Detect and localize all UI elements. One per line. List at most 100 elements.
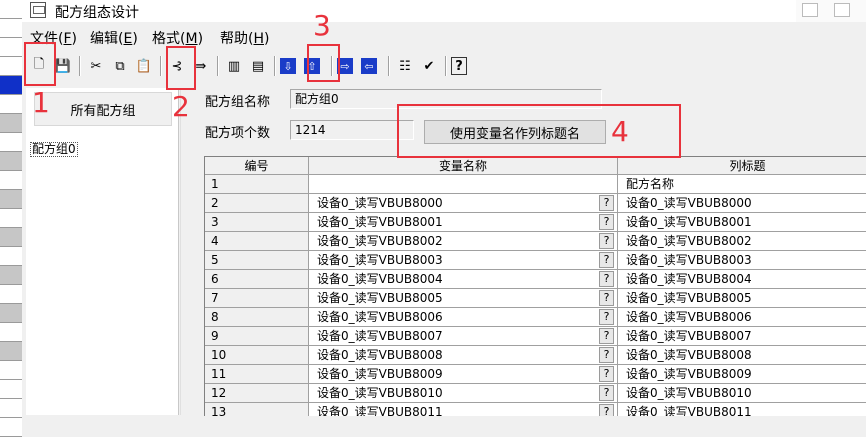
variable-select-button[interactable]: ? — [599, 309, 614, 325]
toolbar-separator — [160, 56, 162, 76]
variable-select-button[interactable]: ? — [599, 347, 614, 363]
title-cell[interactable]: 配方名称 — [618, 175, 866, 194]
title-cell[interactable]: 设备0_读写VBUB8005 — [618, 289, 866, 308]
title-cell[interactable]: 设备0_读写VBUB8008 — [618, 346, 866, 365]
cut-icon[interactable]: ✂ — [85, 55, 107, 77]
variable-cell[interactable]: 设备0_读写VBUB8000 — [309, 194, 618, 213]
toolbar-separator — [79, 56, 81, 76]
background-strip-cell — [0, 95, 22, 114]
paste-icon[interactable]: 📋 — [133, 55, 155, 77]
tree-item-group0[interactable]: 配方组0 — [30, 142, 78, 157]
properties-icon[interactable]: ☷ — [394, 55, 416, 77]
variable-cell[interactable]: 设备0_读写VBUB8006 — [309, 308, 618, 327]
toolbar-separator — [274, 56, 276, 76]
item-count-field[interactable]: 1214 — [290, 120, 414, 140]
background-strip-cell — [0, 171, 22, 190]
background-strip-cell — [0, 228, 22, 247]
check-icon[interactable]: ✔ — [418, 55, 440, 77]
background-strip-cell — [0, 57, 22, 76]
table-row[interactable]: 1 配方名称 — [205, 175, 866, 194]
variable-cell[interactable]: 设备0_读写VBUB8001 — [309, 213, 618, 232]
move-down-icon[interactable]: ⇩ — [280, 58, 296, 74]
annotation-label-3: 3 — [313, 9, 331, 42]
title-cell[interactable]: 设备0_读写VBUB8010 — [618, 384, 866, 403]
column-header-title[interactable]: 列标题 — [618, 157, 866, 175]
row-number: 2 — [205, 194, 309, 213]
panel-splitter[interactable] — [180, 88, 193, 415]
insert-column-icon[interactable]: ▥ — [223, 55, 245, 77]
table-row[interactable]: 13 设备0_读写VBUB8011 设备0_读写VBUB8011? — [205, 403, 866, 416]
title-cell[interactable]: 设备0_读写VBUB8007 — [618, 327, 866, 346]
variable-select-button[interactable]: ? — [599, 214, 614, 230]
table-row[interactable]: 12 设备0_读写VBUB8010 设备0_读写VBUB8010? — [205, 384, 866, 403]
delete-column-icon[interactable]: ▤ — [247, 55, 269, 77]
table-row[interactable]: 7 设备0_读写VBUB8005 设备0_读写VBUB8005? — [205, 289, 866, 308]
title-cell[interactable]: 设备0_读写VBUB8009 — [618, 365, 866, 384]
annotation-box-1 — [24, 42, 56, 86]
variable-cell[interactable]: 设备0_读写VBUB8010 — [309, 384, 618, 403]
variable-cell[interactable] — [309, 175, 618, 194]
title-cell[interactable]: 设备0_读写VBUB8006 — [618, 308, 866, 327]
title-cell[interactable]: 设备0_读写VBUB8003 — [618, 251, 866, 270]
table-row[interactable]: 10 设备0_读写VBUB8008 设备0_读写VBUB8008? — [205, 346, 866, 365]
variable-cell[interactable]: 设备0_读写VBUB8009 — [309, 365, 618, 384]
annotation-label-4: 4 — [611, 115, 629, 148]
variable-select-button[interactable]: ? — [599, 271, 614, 287]
variable-cell[interactable]: 设备0_读写VBUB8004 — [309, 270, 618, 289]
variable-select-button[interactable]: ? — [599, 404, 614, 416]
title-cell[interactable]: 设备0_读写VBUB8002 — [618, 232, 866, 251]
close-icon[interactable] — [834, 3, 850, 17]
background-window-strip — [0, 0, 22, 437]
recipe-grid: 编号 变量名称 列标题 1 配方名称 2 设备0_读写VBUB8000 设备0_读写VB… — [204, 156, 866, 416]
background-strip-cell — [0, 38, 22, 57]
variable-select-button[interactable]: ? — [599, 290, 614, 306]
row-number: 6 — [205, 270, 309, 289]
variable-select-button[interactable]: ? — [599, 195, 614, 211]
variable-cell[interactable]: 设备0_读写VBUB8003 — [309, 251, 618, 270]
variable-select-button[interactable]: ? — [599, 385, 614, 401]
variable-cell[interactable]: 设备0_读写VBUB8007 — [309, 327, 618, 346]
table-row[interactable]: 11 设备0_读写VBUB8009 设备0_读写VBUB8009? — [205, 365, 866, 384]
variable-cell[interactable]: 设备0_读写VBUB8002 — [309, 232, 618, 251]
all-groups-button[interactable]: 所有配方组 — [34, 92, 172, 126]
background-strip-cell — [0, 190, 22, 209]
variable-cell[interactable]: 设备0_读写VBUB8005 — [309, 289, 618, 308]
variable-select-button[interactable]: ? — [599, 366, 614, 382]
background-strip-cell — [0, 76, 22, 95]
help-icon[interactable]: ? — [451, 57, 467, 75]
table-row[interactable]: 4 设备0_读写VBUB8002 设备0_读写VBUB8002? — [205, 232, 866, 251]
copy-icon[interactable]: ⧉ — [109, 55, 131, 77]
variable-cell[interactable]: 设备0_读写VBUB8011 — [309, 403, 618, 416]
table-row[interactable]: 6 设备0_读写VBUB8004 设备0_读写VBUB8004? — [205, 270, 866, 289]
move-left-icon[interactable]: ⇦ — [361, 58, 377, 74]
variable-cell[interactable]: 设备0_读写VBUB8008 — [309, 346, 618, 365]
annotation-box-2 — [166, 46, 196, 90]
menu-item-h[interactable]: 帮助(H) — [220, 28, 269, 48]
background-strip-cell — [0, 342, 22, 361]
title-cell[interactable]: 设备0_读写VBUB8001 — [618, 213, 866, 232]
title-cell[interactable]: 设备0_读写VBUB8004 — [618, 270, 866, 289]
table-row[interactable]: 3 设备0_读写VBUB8001 设备0_读写VBUB8001? — [205, 213, 866, 232]
variable-select-button[interactable]: ? — [599, 252, 614, 268]
group-name-label: 配方组名称 — [205, 95, 271, 110]
background-strip-cell — [0, 266, 22, 285]
table-row[interactable]: 5 设备0_读写VBUB8003 设备0_读写VBUB8003? — [205, 251, 866, 270]
column-header-number[interactable]: 编号 — [205, 157, 309, 175]
title-cell[interactable]: 设备0_读写VBUB8000 — [618, 194, 866, 213]
background-strip-cell — [0, 304, 22, 323]
table-row[interactable]: 8 设备0_读写VBUB8006 设备0_读写VBUB8006? — [205, 308, 866, 327]
title-cell[interactable]: 设备0_读写VBUB8011 — [618, 403, 866, 416]
row-number: 4 — [205, 232, 309, 251]
minimize-icon[interactable] — [802, 3, 818, 17]
row-number: 1 — [205, 175, 309, 194]
variable-select-button[interactable]: ? — [599, 328, 614, 344]
row-number: 11 — [205, 365, 309, 384]
table-row[interactable]: 9 设备0_读写VBUB8007 设备0_读写VBUB8007? — [205, 327, 866, 346]
menu-item-m[interactable]: 格式(M) — [152, 28, 203, 48]
menu-item-e[interactable]: 编辑(E) — [90, 28, 138, 48]
toolbar-separator — [445, 56, 447, 76]
annotation-box-3 — [307, 44, 340, 82]
variable-select-button[interactable]: ? — [599, 233, 614, 249]
table-row[interactable]: 2 设备0_读写VBUB8000 设备0_读写VBUB8000? — [205, 194, 866, 213]
column-header-variable[interactable]: 变量名称 — [309, 157, 618, 175]
